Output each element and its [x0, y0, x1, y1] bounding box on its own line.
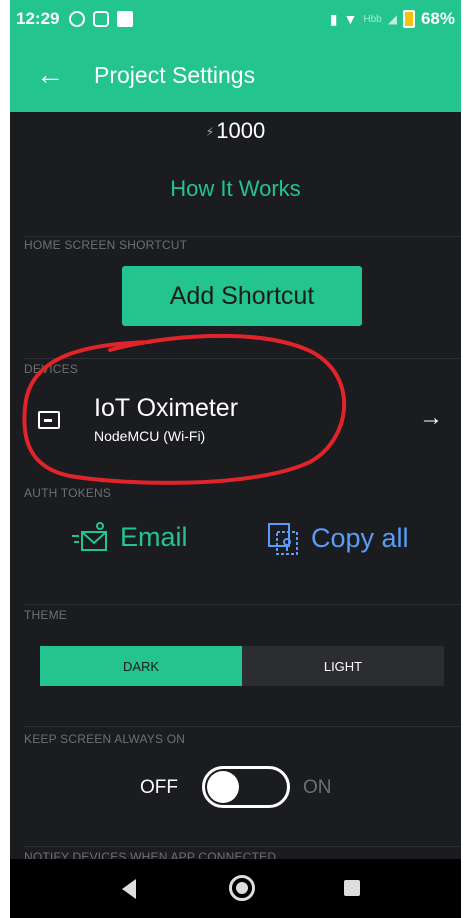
- device-connection: NodeMCU (Wi-Fi): [94, 428, 206, 444]
- devices-label: DEVICES: [24, 362, 79, 376]
- theme-light-option[interactable]: LIGHT: [242, 646, 444, 686]
- android-nav-bar: [10, 859, 461, 918]
- email-icon: [72, 522, 107, 551]
- signal-icon: ◢: [387, 12, 397, 26]
- divider: [24, 236, 461, 237]
- status-bar: 12:29 ▮ ▼ Hbb ◢ 68%: [10, 0, 461, 38]
- phone-screen: 12:29 ▮ ▼ Hbb ◢ 68% ← Project Settings ⚡…: [10, 0, 461, 918]
- energy-value: 1000: [216, 118, 266, 143]
- nav-recents-icon[interactable]: [344, 880, 360, 896]
- auth-tokens-label: AUTH TOKENS: [24, 486, 112, 500]
- add-shortcut-button[interactable]: Add Shortcut: [122, 266, 362, 326]
- device-row[interactable]: IoT Oximeter NodeMCU (Wi-Fi) →: [10, 384, 461, 466]
- wifi-icon: ▼: [343, 11, 358, 27]
- status-right: ▮ ▼ Hbb ◢ 68%: [330, 9, 455, 29]
- email-token-button[interactable]: Email: [70, 520, 188, 554]
- copy-all-button[interactable]: Copy all: [265, 520, 409, 556]
- copy-all-label: Copy all: [311, 522, 409, 553]
- notification-icon: [69, 11, 86, 27]
- vibrate-icon: ▮: [329, 10, 338, 27]
- app-bar: ← Project Settings: [10, 38, 461, 112]
- divider: [24, 604, 461, 605]
- arrow-right-icon: →: [419, 404, 443, 431]
- notification-icons: [69, 11, 134, 27]
- toggle-knob: [207, 771, 239, 803]
- back-arrow-icon[interactable]: ←: [20, 59, 80, 91]
- instagram-icon: [93, 11, 110, 27]
- network-label: Hbb: [363, 13, 382, 25]
- energy-balance: ⚡1000: [10, 118, 461, 144]
- copy-icon: [268, 523, 298, 555]
- device-board-icon: [38, 411, 60, 429]
- theme-toggle: DARK LIGHT: [40, 646, 444, 686]
- how-it-works-link[interactable]: How It Works: [10, 176, 461, 202]
- theme-label: THEME: [24, 608, 67, 622]
- status-time: 12:29: [16, 9, 60, 28]
- battery-percent: 68%: [420, 9, 455, 28]
- device-name: IoT Oximeter: [94, 394, 239, 422]
- email-label: Email: [120, 521, 188, 552]
- keep-screen-toggle[interactable]: [202, 766, 290, 808]
- divider: [24, 846, 461, 847]
- page-title: Project Settings: [94, 61, 256, 88]
- nav-home-icon[interactable]: [229, 875, 255, 901]
- switch-on-label: ON: [303, 777, 332, 798]
- switch-off-label: OFF: [140, 777, 178, 798]
- keep-screen-switch-row: OFF ON: [10, 766, 461, 810]
- theme-dark-option[interactable]: DARK: [40, 646, 242, 686]
- battery-icon: [402, 10, 415, 28]
- app-notification-icon: [117, 11, 134, 27]
- bolt-icon: ⚡: [205, 125, 215, 140]
- nav-back-icon[interactable]: [122, 879, 136, 899]
- divider: [24, 358, 461, 359]
- home-shortcut-label: HOME SCREEN SHORTCUT: [24, 238, 188, 252]
- keep-screen-label: KEEP SCREEN ALWAYS ON: [24, 732, 186, 746]
- divider: [24, 726, 461, 727]
